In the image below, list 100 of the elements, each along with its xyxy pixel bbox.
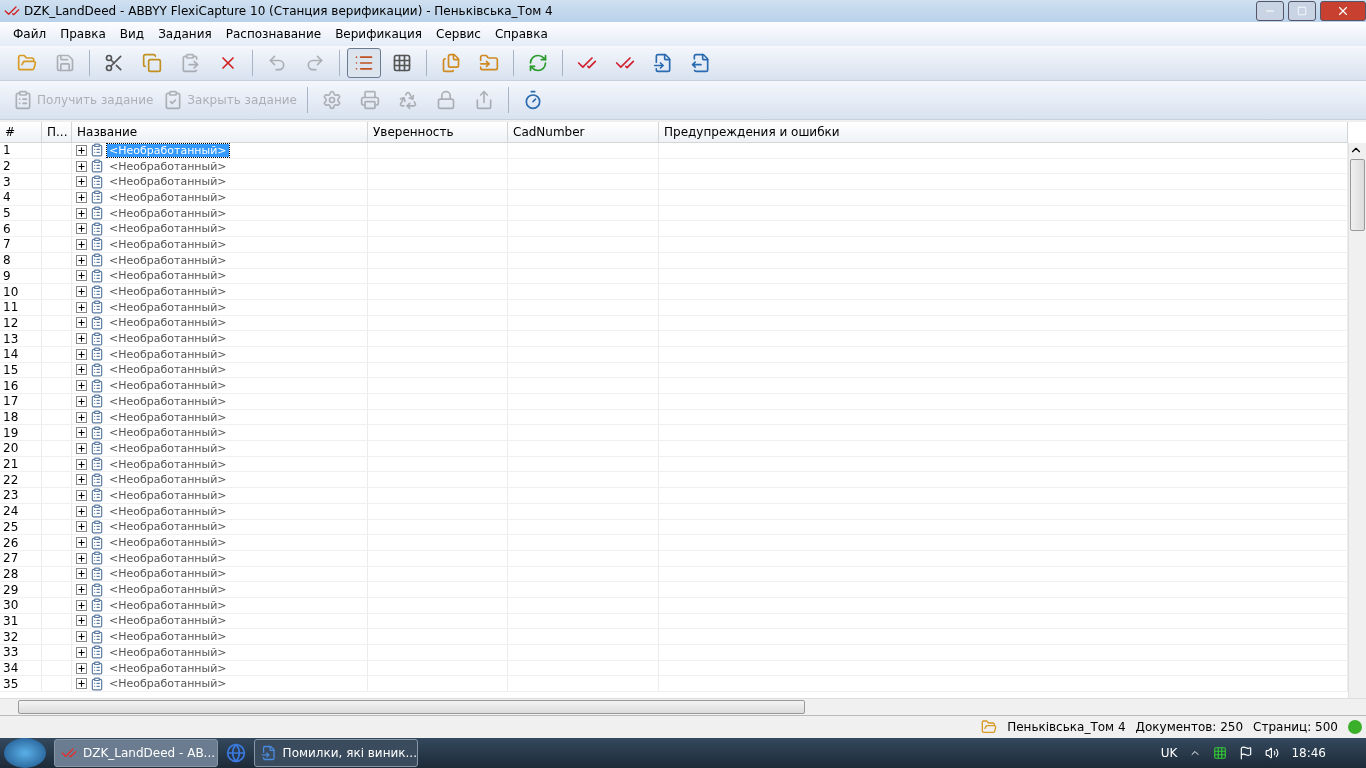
document-name[interactable]: <Необработанный> (107, 159, 229, 173)
minimize-button[interactable] (1256, 1, 1284, 21)
expand-icon[interactable] (76, 160, 87, 172)
document-name[interactable]: <Необработанный> (107, 488, 229, 502)
document-name[interactable]: <Необработанный> (107, 504, 229, 518)
expand-icon[interactable] (76, 223, 87, 235)
grid-icon[interactable] (1213, 746, 1228, 760)
taskbar-button[interactable]: Помилки, які виник... (254, 739, 418, 767)
document-name[interactable]: <Необработанный> (107, 300, 229, 314)
expand-icon[interactable] (76, 537, 87, 549)
document-name[interactable]: <Необработанный> (107, 206, 229, 220)
document-name[interactable]: <Необработанный> (107, 630, 229, 644)
expand-icon[interactable] (76, 474, 87, 486)
document-name[interactable]: <Необработанный> (107, 473, 229, 487)
speaker-icon[interactable] (1265, 746, 1280, 760)
document-name[interactable]: <Необработанный> (107, 379, 229, 393)
column-header[interactable]: CadNumber (508, 122, 659, 142)
clock[interactable]: 18:46 (1291, 746, 1326, 760)
document-name[interactable]: <Необработанный> (107, 645, 229, 659)
expand-icon[interactable] (76, 489, 87, 501)
document-name[interactable]: <Необработанный> (107, 583, 229, 597)
document-name[interactable]: <Необработанный> (107, 441, 229, 455)
expand-icon[interactable] (76, 615, 87, 627)
document-name[interactable]: <Необработанный> (107, 316, 229, 330)
document-name[interactable]: <Необработанный> (107, 269, 229, 283)
document-name[interactable]: <Необработанный> (107, 175, 229, 189)
expand-icon[interactable] (76, 442, 87, 454)
start-button[interactable] (4, 738, 46, 768)
expand-icon[interactable] (76, 191, 87, 203)
expand-icon[interactable] (76, 395, 87, 407)
expand-icon[interactable] (76, 286, 87, 298)
expand-icon[interactable] (76, 568, 87, 580)
expand-icon[interactable] (76, 505, 87, 517)
expand-icon[interactable] (76, 458, 87, 470)
menu-item[interactable]: Распознавание (218, 27, 329, 41)
expand-icon[interactable] (76, 631, 87, 643)
document-name[interactable]: <Необработанный> (107, 332, 229, 346)
expand-icon[interactable] (76, 207, 87, 219)
column-header[interactable]: П... (42, 122, 72, 142)
document-name[interactable]: <Необработанный> (107, 222, 229, 236)
expand-icon[interactable] (76, 176, 87, 188)
scrollbar-thumb[interactable] (18, 700, 805, 714)
scrollbar-thumb[interactable] (1350, 159, 1365, 231)
menu-item[interactable]: Справка (487, 27, 555, 41)
menu-item[interactable]: Верификация (328, 27, 430, 41)
document-name[interactable]: <Необработанный> (107, 237, 229, 251)
document-name[interactable]: <Необработанный> (107, 536, 229, 550)
column-header[interactable]: Уверенность (368, 122, 508, 142)
document-name[interactable]: <Необработанный> (107, 253, 229, 267)
menu-item[interactable]: Сервис (429, 27, 488, 41)
column-header[interactable]: Предупреждения и ошибки (659, 122, 1348, 142)
document-name[interactable]: <Необработанный> (107, 677, 229, 691)
expand-icon[interactable] (76, 678, 87, 690)
document-name[interactable]: <Необработанный> (107, 567, 229, 581)
menu-item[interactable]: Правка (53, 27, 113, 41)
document-name[interactable]: <Необработанный> (107, 520, 229, 534)
document-name[interactable]: <Необработанный> (107, 363, 229, 377)
expand-icon[interactable] (76, 254, 87, 266)
document-name[interactable]: <Необработанный> (107, 190, 229, 204)
document-name[interactable]: <Необработанный> (107, 410, 229, 424)
document-name[interactable]: <Необработанный> (107, 661, 229, 675)
language-indicator[interactable]: UK (1160, 746, 1178, 760)
horizontal-scrollbar[interactable] (0, 698, 1366, 715)
expand-icon[interactable] (76, 270, 87, 282)
document-name[interactable]: <Необработанный> (107, 457, 229, 471)
toolbar-button[interactable] (347, 48, 381, 78)
document-name[interactable]: <Необработанный> (107, 426, 229, 440)
expand-icon[interactable] (76, 646, 87, 658)
expand-icon[interactable] (76, 427, 87, 439)
globe-icon[interactable] (226, 743, 246, 763)
expand-icon[interactable] (76, 301, 87, 313)
document-name[interactable]: <Необработанный> (107, 394, 229, 408)
expand-icon[interactable] (76, 584, 87, 596)
expand-icon[interactable] (76, 521, 87, 533)
expand-icon[interactable] (76, 348, 87, 360)
flag-icon[interactable] (1239, 746, 1254, 760)
expand-icon[interactable] (76, 144, 87, 156)
menu-item[interactable]: Задания (151, 27, 219, 41)
expand-icon[interactable] (76, 662, 87, 674)
expand-icon[interactable] (76, 238, 87, 250)
expand-icon[interactable] (76, 364, 87, 376)
document-name[interactable]: <Необработанный> (107, 347, 229, 361)
menu-item[interactable]: Файл (6, 27, 54, 41)
taskbar-button[interactable]: DZK_LandDeed - AB... (54, 739, 218, 767)
document-name[interactable]: <Необработанный> (107, 614, 229, 628)
restore-button[interactable] (1288, 1, 1316, 21)
menu-item[interactable]: Вид (112, 27, 152, 41)
document-name[interactable]: <Необработанный> (107, 285, 229, 299)
expand-icon[interactable] (76, 317, 87, 329)
document-name[interactable]: <Необработанный> (107, 551, 229, 565)
expand-icon[interactable] (76, 411, 87, 423)
expand-icon[interactable] (76, 380, 87, 392)
close-button[interactable] (1320, 1, 1366, 21)
expand-icon[interactable] (76, 599, 87, 611)
document-name[interactable]: <Необработанный> (107, 598, 229, 612)
column-header[interactable]: Название (72, 122, 368, 142)
expand-icon[interactable] (76, 333, 87, 345)
column-header[interactable]: # (0, 122, 42, 142)
vertical-scrollbar[interactable] (1348, 143, 1366, 698)
expand-icon[interactable] (76, 552, 87, 564)
